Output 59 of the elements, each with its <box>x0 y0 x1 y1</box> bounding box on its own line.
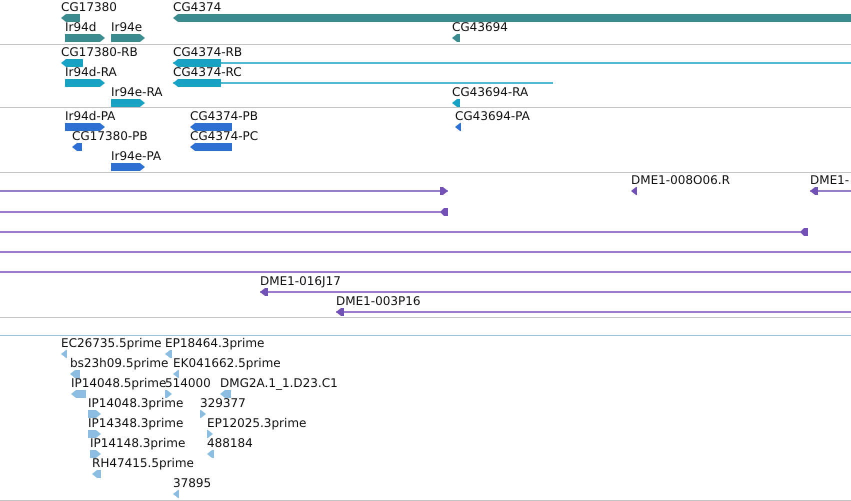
feature-glyph[interactable] <box>0 187 448 195</box>
feature-label: Ir94e-RA <box>111 86 163 99</box>
feature-label: RH47415.5prime <box>92 457 194 470</box>
feature-glyph[interactable] <box>173 59 851 67</box>
feature-glyph[interactable] <box>111 34 145 42</box>
feature-label: IP14048.5prime <box>71 377 166 390</box>
feature-label: 329377 <box>200 397 246 410</box>
feature-glyph[interactable] <box>111 163 145 171</box>
feature-glyph[interactable] <box>260 288 851 296</box>
feature-label: CG4374 <box>173 1 222 14</box>
feature-glyph[interactable] <box>65 79 105 87</box>
feature-label: CG17380 <box>61 1 117 14</box>
feature-label: Ir94d <box>65 21 96 34</box>
feature-glyph[interactable] <box>336 308 851 316</box>
feature-label: DME1- <box>810 174 850 187</box>
feature-label: EC26735.5prime <box>61 337 162 350</box>
feature-label: DME1-008O06.R <box>631 174 730 187</box>
feature-label: CG43694-PA <box>455 110 530 123</box>
feature-label: EP18464.3prime <box>165 337 264 350</box>
feature-label: Ir94d-PA <box>65 110 116 123</box>
feature-glyph[interactable] <box>810 187 851 195</box>
feature-label: IP14148.3prime <box>90 437 186 450</box>
feature-glyph[interactable] <box>452 99 460 107</box>
feature-glyph[interactable] <box>72 143 82 151</box>
feature-label: Ir94e-PA <box>111 150 162 163</box>
feature-label: 37895 <box>173 477 212 490</box>
feature-glyph[interactable] <box>455 123 461 131</box>
feature-label: EK041662.5prime <box>173 357 281 370</box>
feature-label: EP12025.3prime <box>207 417 306 430</box>
feature-glyph[interactable] <box>111 99 145 107</box>
feature-label: CG17380-PB <box>72 130 148 143</box>
feature-label: Ir94d-RA <box>65 66 117 79</box>
feature-label: DMG2A.1_1.D23.C1 <box>220 377 338 390</box>
feature-glyph[interactable] <box>173 79 553 87</box>
feature-label: CG4374-RC <box>173 66 242 79</box>
feature-glyph[interactable] <box>190 143 232 151</box>
feature-label: CG4374-PC <box>190 130 258 143</box>
feature-label: DME1-016J17 <box>260 275 341 288</box>
feature-label: 514000 <box>165 377 211 390</box>
feature-glyph[interactable] <box>452 34 460 42</box>
feature-glyph[interactable] <box>65 123 105 131</box>
feature-label: CG43694 <box>452 21 508 34</box>
feature-label: CG43694-RA <box>452 86 528 99</box>
feature-glyph[interactable] <box>0 228 808 236</box>
feature-glyph[interactable] <box>190 123 232 131</box>
feature-glyph[interactable] <box>631 187 637 195</box>
feature-glyph[interactable] <box>61 59 83 67</box>
feature-glyph[interactable] <box>61 14 80 22</box>
feature-label: Ir94e <box>111 21 142 34</box>
feature-label: IP14348.3prime <box>88 417 184 430</box>
feature-label: CG4374-RB <box>173 46 242 59</box>
feature-label: IP14048.3prime <box>88 397 184 410</box>
feature-label: CG17380-RB <box>61 46 138 59</box>
feature-label: DME1-003P16 <box>336 295 421 308</box>
feature-glyph[interactable] <box>65 34 105 42</box>
feature-label: CG4374-PB <box>190 110 258 123</box>
feature-glyph[interactable] <box>0 208 448 216</box>
feature-label: bs23h09.5prime <box>70 357 168 370</box>
feature-label: 488184 <box>207 437 253 450</box>
